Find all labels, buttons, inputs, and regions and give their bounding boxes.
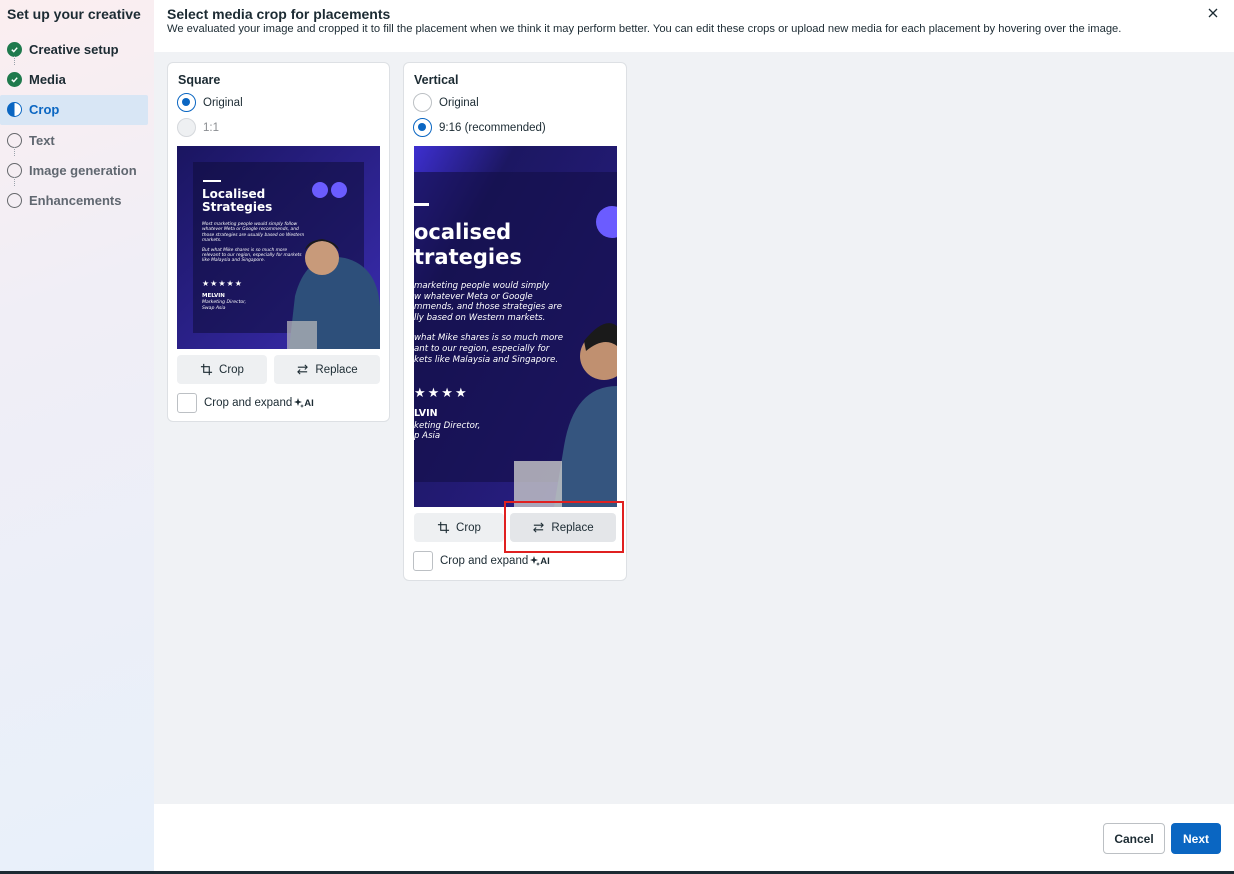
step-media[interactable]: Media: [0, 56, 154, 94]
empty-circle-icon: [7, 193, 22, 209]
highlight-box: [504, 501, 624, 553]
empty-circle-icon: [7, 132, 22, 148]
half-circle-icon: [7, 102, 22, 118]
step-text[interactable]: Text: [0, 125, 154, 155]
preview-heading: ocalised trategies: [414, 220, 522, 269]
vertical-preview-image[interactable]: ocalised trategies marketing people woul…: [414, 146, 617, 507]
step-label: Creative setup: [29, 41, 119, 57]
check-circle-icon: [7, 71, 22, 87]
card-title: Square: [178, 73, 221, 87]
crop-icon: [200, 363, 213, 376]
step-creative-setup[interactable]: Creative setup: [0, 34, 154, 64]
sparkle-icon: [294, 398, 305, 408]
page-subtitle: We evaluated your image and cropped it t…: [167, 23, 1122, 35]
placement-card-square: Square Original 1:1 Localised Strategies…: [167, 62, 390, 422]
replace-button[interactable]: Replace: [274, 355, 380, 384]
preview-paragraph: Most marketing people would simply follo…: [202, 222, 305, 264]
radio-label: 9:16 (recommended): [439, 121, 546, 134]
preview-paragraph: marketing people would simply w whatever…: [414, 281, 564, 365]
radio-9-16[interactable]: 9:16 (recommended): [413, 118, 546, 137]
preview-role: keting Director,: [414, 421, 481, 431]
sparkle-icon: [530, 556, 541, 566]
step-enhancements[interactable]: Enhancements: [0, 177, 154, 215]
preview-heading: Localised Strategies: [202, 187, 273, 214]
preview-role: Marketing Director,: [202, 300, 247, 305]
radio-original[interactable]: Original: [177, 93, 243, 112]
swap-icon: [297, 364, 309, 375]
crop-button[interactable]: Crop: [414, 513, 504, 542]
step-connector: [14, 177, 15, 187]
close-icon: [1208, 8, 1218, 18]
close-button[interactable]: [1206, 6, 1220, 20]
radio-label: Original: [203, 96, 243, 109]
preview-stars: ★★★★★: [202, 279, 243, 288]
radio-1-1[interactable]: 1:1: [177, 118, 219, 137]
step-list: Creative setup Media Crop Text Image gen…: [0, 34, 154, 216]
preview-name: MELVIN: [202, 293, 225, 299]
step-connector: [14, 56, 15, 66]
step-label: Image generation: [29, 162, 137, 178]
button-label: Crop: [219, 363, 244, 376]
page-title: Select media crop for placements: [167, 6, 391, 22]
radio-button[interactable]: [177, 93, 196, 112]
main-content: Square Original 1:1 Localised Strategies…: [154, 52, 1234, 804]
ai-badge: AI: [530, 556, 550, 567]
radio-label: 1:1: [203, 121, 219, 134]
square-preview-image[interactable]: Localised Strategies Most marketing peop…: [177, 146, 380, 349]
step-label: Enhancements: [29, 193, 122, 209]
crop-button[interactable]: Crop: [177, 355, 267, 384]
step-label: Crop: [29, 102, 60, 118]
card-title: Vertical: [414, 73, 459, 87]
button-label: Crop: [456, 521, 481, 534]
next-button[interactable]: Next: [1171, 823, 1221, 854]
crop-expand-option[interactable]: Crop and expand AI: [177, 393, 314, 413]
radio-button[interactable]: [177, 118, 196, 137]
check-circle-icon: [7, 41, 22, 57]
crop-expand-checkbox[interactable]: [177, 393, 197, 413]
radio-button[interactable]: [413, 118, 432, 137]
button-label: Replace: [315, 363, 358, 376]
empty-circle-icon: [7, 162, 22, 178]
radio-label: Original: [439, 96, 479, 109]
step-connector: [14, 147, 15, 157]
sidebar-title: Set up your creative: [7, 6, 141, 22]
crop-icon: [437, 521, 450, 534]
preview-name: LVIN: [414, 408, 438, 419]
header: Select media crop for placements We eval…: [154, 0, 1234, 52]
preview-company: Swap Asia: [202, 306, 226, 311]
preview-stars: ★★★★: [414, 386, 469, 401]
cancel-button[interactable]: Cancel: [1103, 823, 1165, 854]
crop-expand-label: Crop and expand AI: [440, 555, 550, 567]
step-crop[interactable]: Crop: [0, 94, 148, 125]
preview-company: p Asia: [414, 431, 441, 441]
step-image-generation[interactable]: Image generation: [0, 147, 154, 185]
crop-expand-label: Crop and expand AI: [204, 397, 314, 409]
sidebar: Set up your creative Creative setup Medi…: [0, 0, 154, 874]
footer: Cancel Next: [154, 804, 1234, 871]
ai-badge: AI: [294, 398, 314, 409]
step-label: Text: [29, 132, 55, 148]
radio-original[interactable]: Original: [413, 93, 479, 112]
step-label: Media: [29, 71, 66, 87]
crop-expand-option[interactable]: Crop and expand AI: [413, 551, 550, 571]
radio-button[interactable]: [413, 93, 432, 112]
crop-expand-checkbox[interactable]: [413, 551, 433, 571]
